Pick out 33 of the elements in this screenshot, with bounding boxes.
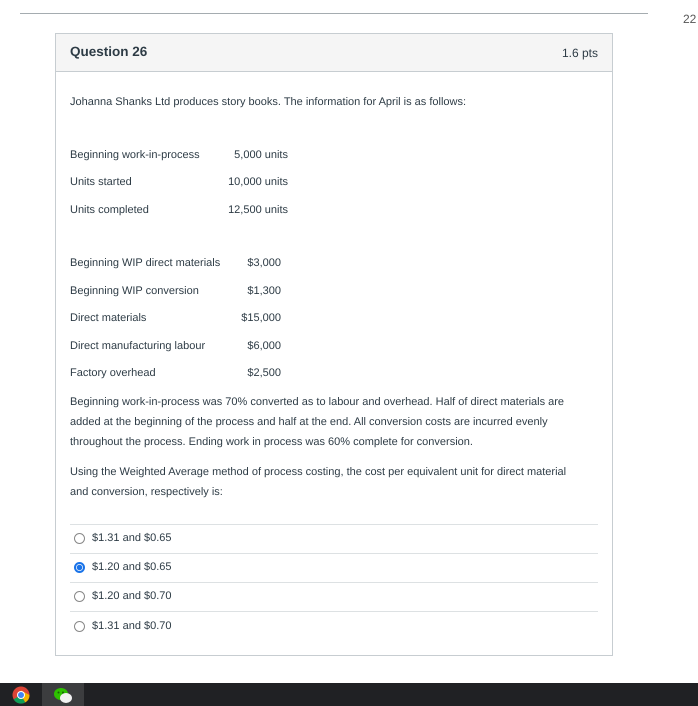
- row-value: $2,500: [246, 366, 281, 381]
- row-label: Units completed: [70, 202, 150, 218]
- row-label: Beginning WIP conversion: [70, 284, 200, 298]
- answer-label[interactable]: $1.20 and $0.70: [92, 588, 172, 605]
- answer-label[interactable]: $1.31 and $0.70: [92, 618, 172, 634]
- question-text: Beginning work-in-process was 70% converted as to labour and overhead. Half of direct materials are added at the beginning of the process and half at the end. All conversion costs are incurred evenly throughout the process. Ending work in process was 60% complete for conversion.: [70, 394, 566, 450]
- row-label: Factory overhead: [70, 366, 157, 381]
- row-label: Beginning WIP direct materials: [70, 256, 222, 271]
- row-value: $6,000: [246, 338, 281, 354]
- answer-label[interactable]: $1.20 and $0.65: [92, 559, 172, 576]
- row-label: Beginning work-in-process: [70, 148, 201, 162]
- row-label: Direct materials: [70, 311, 148, 326]
- question-text: Using the Weighted Average method of process costing, the cost per equivalent unit for direct material and conversion, respectively is:: [70, 464, 568, 500]
- intro-text: Johanna Shanks Ltd produces story books. The information for April is as follows:: [70, 95, 468, 110]
- row-label: Direct manufacturing labour: [70, 338, 206, 354]
- row-value: 5,000 units: [233, 148, 288, 162]
- browser-icon: [12, 686, 30, 704]
- points-label: 1.6 pts: [562, 44, 598, 62]
- row-value: 10,000 units: [227, 175, 288, 190]
- row-value: $1,300: [246, 284, 281, 298]
- radio-button[interactable]: [74, 620, 85, 632]
- page-number: 22: [683, 11, 696, 28]
- row-value: $3,000: [246, 256, 281, 271]
- row-value: $15,000: [240, 311, 281, 326]
- radio-button[interactable]: [74, 533, 85, 544]
- chat-bubbles-icon: [53, 686, 73, 704]
- question-title: Question 26: [70, 43, 148, 62]
- answer-label[interactable]: $1.31 and $0.65: [92, 530, 172, 547]
- radio-button[interactable]: [74, 562, 85, 573]
- radio-button[interactable]: [74, 591, 85, 602]
- taskbar-button[interactable]: [42, 683, 84, 706]
- row-value: 12,500 units: [227, 202, 288, 218]
- row-label: Units started: [70, 175, 133, 190]
